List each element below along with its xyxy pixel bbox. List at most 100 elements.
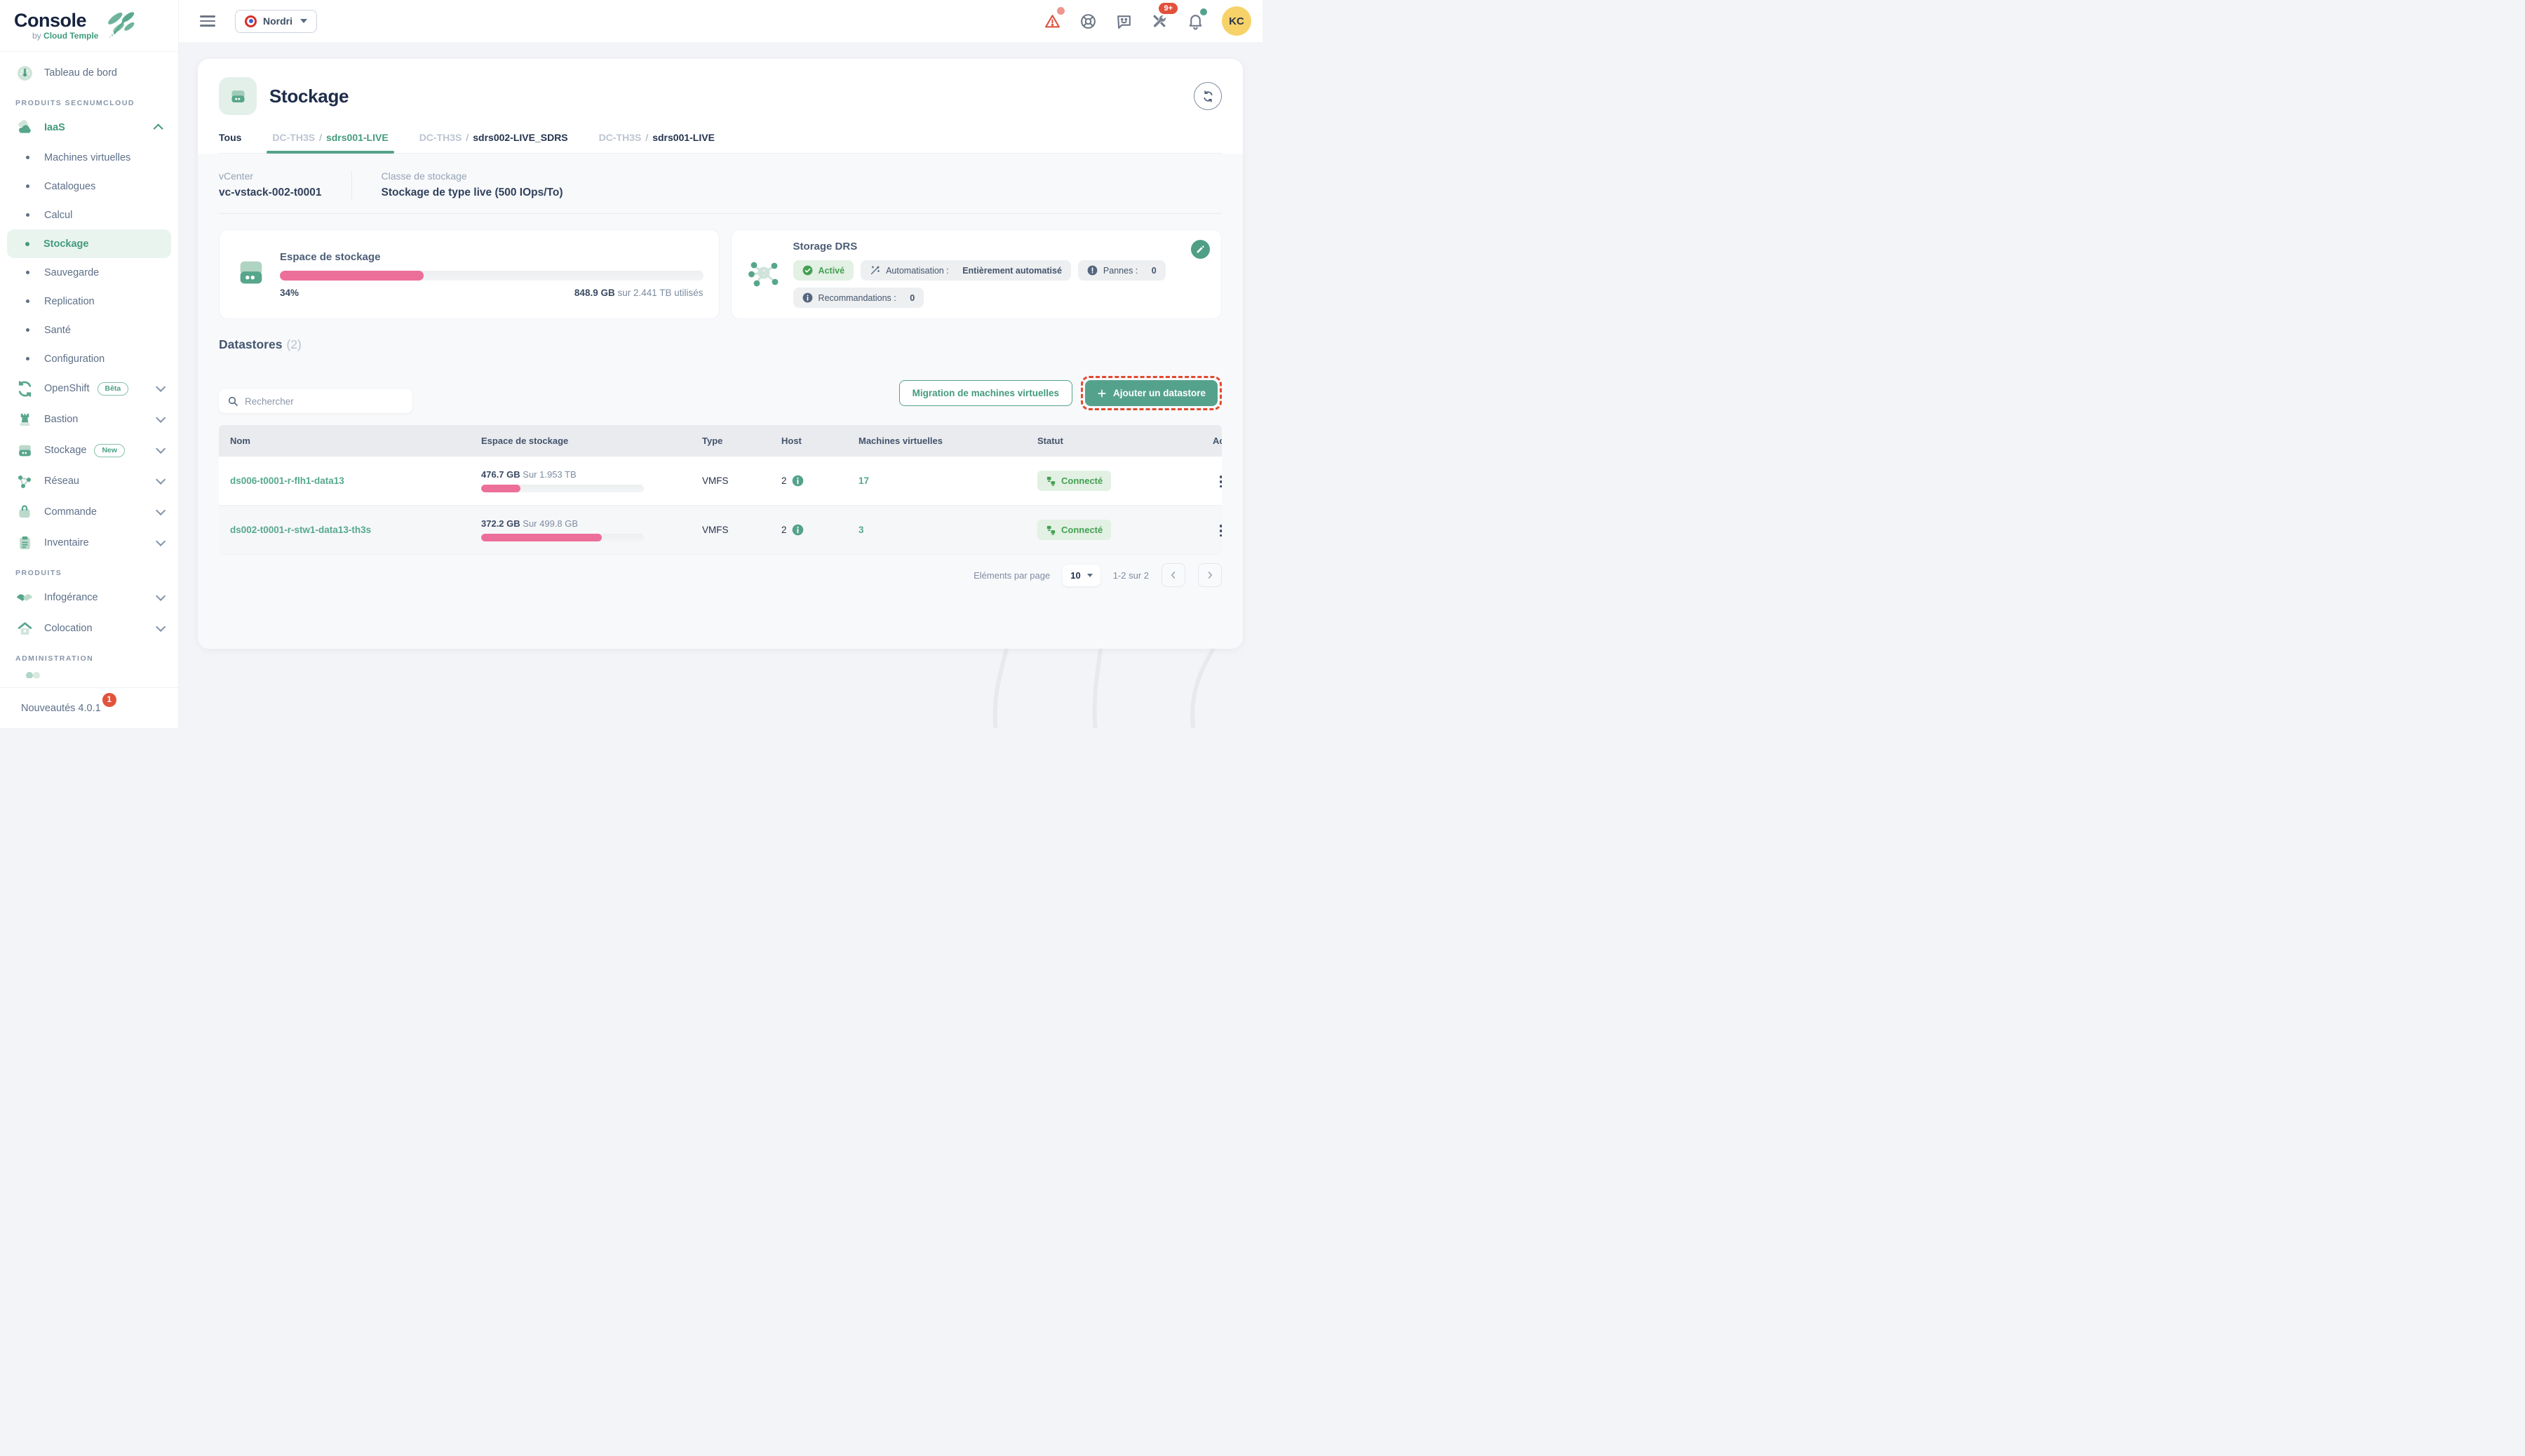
items-per-page-select[interactable]: 10 bbox=[1063, 565, 1100, 586]
tab-tous[interactable]: Tous bbox=[219, 132, 241, 153]
add-datastore-button[interactable]: Ajouter un datastore bbox=[1085, 380, 1218, 406]
sidebar-item-machines-virtuelles[interactable]: Machines virtuelles bbox=[7, 143, 171, 172]
storage-space-progressbar bbox=[280, 271, 703, 281]
sidebar-item-infogerance[interactable]: Infogérance bbox=[7, 582, 171, 613]
row-actions-menu-button[interactable] bbox=[1213, 471, 1222, 492]
exclamation-circle-icon bbox=[1087, 265, 1098, 276]
sidebar-item-bastion[interactable]: Bastion bbox=[7, 404, 171, 435]
new-badge: New bbox=[94, 444, 125, 457]
drs-recommendations-badge: Recommandations : 0 bbox=[793, 288, 924, 308]
datastore-actions-cell bbox=[1201, 519, 1222, 541]
datastore-vms-link[interactable]: 17 bbox=[847, 476, 1026, 486]
sidebar-item-label: Calcul bbox=[44, 210, 72, 221]
disk-icon bbox=[229, 87, 248, 106]
section-produits: PRODUITS bbox=[7, 558, 171, 582]
admin-partial-icon bbox=[24, 669, 171, 678]
next-page-button[interactable] bbox=[1198, 563, 1222, 587]
column-espace: Espace de stockage bbox=[470, 436, 691, 446]
previous-page-button[interactable] bbox=[1162, 563, 1185, 587]
topbar-actions: 9+ KC bbox=[1043, 6, 1251, 36]
tower-icon bbox=[15, 410, 34, 429]
sidebar-item-colocation[interactable]: Colocation bbox=[7, 613, 171, 644]
tab-sdrs001-live[interactable]: DC-TH3S/sdrs001-LIVE bbox=[272, 132, 388, 153]
storage-class-info: Classe de stockage Stockage de type live… bbox=[351, 170, 563, 199]
network-icon bbox=[15, 472, 34, 490]
alerts-button[interactable] bbox=[1043, 12, 1061, 30]
tools-button[interactable]: 9+ bbox=[1150, 12, 1169, 30]
feedback-button[interactable] bbox=[1115, 12, 1133, 30]
status-badge: Connecté bbox=[1037, 471, 1111, 491]
info-circle-icon[interactable] bbox=[792, 524, 804, 536]
sidebar-item-sauvegarde[interactable]: Sauvegarde bbox=[7, 258, 171, 287]
whats-new-wrap: Nouveautés 4.0.1 1 bbox=[21, 703, 101, 714]
edit-drs-button[interactable] bbox=[1191, 240, 1210, 259]
sidebar-item-inventaire[interactable]: Inventaire bbox=[7, 527, 171, 558]
notifications-button[interactable] bbox=[1186, 12, 1204, 30]
caret-down-icon bbox=[1087, 574, 1093, 577]
storage-space-usage: 848.9 GB sur 2.441 TB utilisés bbox=[574, 288, 703, 298]
sidebar-item-replication[interactable]: Replication bbox=[7, 287, 171, 316]
sidebar-nav: Tableau de bord PRODUITS SECNUMCLOUD Iaa… bbox=[0, 52, 178, 687]
pencil-icon bbox=[1196, 245, 1205, 254]
bullet-icon bbox=[26, 357, 29, 360]
avatar[interactable]: KC bbox=[1222, 6, 1251, 36]
datastore-space-cell: 476.7 GB Sur 1.953 TB bbox=[470, 469, 691, 492]
sidebar-item-label: Colocation bbox=[44, 623, 93, 634]
info-circle-icon[interactable] bbox=[792, 475, 804, 487]
storage-drs-title: Storage DRS bbox=[793, 241, 1206, 252]
datastore-name-link[interactable]: ds002-t0001-r-stw1-data13-th3s bbox=[219, 525, 470, 535]
bullet-icon bbox=[26, 156, 29, 159]
tab-sdrs001-live-2[interactable]: DC-TH3S/sdrs001-LIVE bbox=[599, 132, 715, 153]
sidebar-item-calcul[interactable]: Calcul bbox=[7, 201, 171, 229]
topbar: Nordri bbox=[179, 0, 1262, 42]
support-button[interactable] bbox=[1079, 12, 1097, 30]
sidebar-item-label: Catalogues bbox=[44, 181, 95, 192]
datastore-name-link[interactable]: ds006-t0001-r-flh1-data13 bbox=[219, 476, 470, 486]
shopping-bag-icon bbox=[15, 503, 34, 521]
sidebar-item-commande[interactable]: Commande bbox=[7, 497, 171, 527]
sidebar-item-configuration[interactable]: Configuration bbox=[7, 344, 171, 373]
sidebar-item-iaas[interactable]: IaaS bbox=[7, 112, 171, 143]
datastore-space-cell: 372.2 GB Sur 499.8 GB bbox=[470, 518, 691, 541]
cloud-icon bbox=[15, 119, 34, 137]
clipboard-icon bbox=[15, 534, 34, 552]
storage-class-value: Stockage de type live (500 IOps/To) bbox=[382, 187, 563, 199]
bullet-icon bbox=[26, 328, 29, 332]
beta-badge: Bêta bbox=[97, 382, 129, 396]
sidebar-item-stockage-produit[interactable]: Stockage New bbox=[7, 435, 171, 466]
sidebar-item-sante[interactable]: Santé bbox=[7, 316, 171, 344]
column-actions: Actions bbox=[1201, 436, 1222, 446]
refresh-button[interactable] bbox=[1194, 82, 1222, 110]
cocarde-flag-icon bbox=[245, 15, 257, 27]
datastore-vms-link[interactable]: 3 bbox=[847, 525, 1026, 535]
menu-toggle-button[interactable] bbox=[200, 15, 215, 27]
sidebar-item-catalogues[interactable]: Catalogues bbox=[7, 172, 171, 201]
search-input[interactable] bbox=[245, 396, 404, 407]
vcenter-info: vCenter vc-vstack-002-t0001 bbox=[219, 170, 322, 199]
search-icon bbox=[227, 396, 238, 407]
sidebar-item-reseau[interactable]: Réseau bbox=[7, 466, 171, 497]
sidebar-item-dashboard[interactable]: Tableau de bord bbox=[7, 58, 171, 88]
tenant-selector[interactable]: Nordri bbox=[235, 10, 317, 33]
info-circle-icon bbox=[802, 292, 813, 303]
row-actions-menu-button[interactable] bbox=[1213, 520, 1222, 541]
storage-space-card: Espace de stockage 34% 848.9 GB sur 2.44… bbox=[219, 229, 720, 319]
drs-failures-badge: Pannes : 0 bbox=[1078, 260, 1166, 281]
handshake-icon bbox=[15, 588, 34, 607]
chevron-left-icon bbox=[1169, 570, 1178, 580]
migrate-vms-button[interactable]: Migration de machines virtuelles bbox=[899, 380, 1072, 406]
brand-logo[interactable]: Console by Cloud Temple bbox=[0, 0, 178, 52]
datastore-host-cell: 2 bbox=[770, 524, 847, 536]
sidebar-item-stockage[interactable]: Stockage bbox=[7, 229, 171, 258]
table-row: ds002-t0001-r-stw1-data13-th3s 372.2 GB … bbox=[219, 506, 1222, 555]
column-type: Type bbox=[691, 436, 770, 446]
chevron-down-icon bbox=[156, 382, 166, 392]
chevron-down-icon bbox=[156, 413, 166, 423]
sidebar-item-openshift[interactable]: OpenShift Bêta bbox=[7, 373, 171, 404]
whats-new-button[interactable]: Nouveautés 4.0.1 1 bbox=[0, 687, 178, 728]
column-host: Host bbox=[770, 436, 847, 446]
background-curves-decoration bbox=[952, 647, 1254, 728]
tab-sdrs002-live-sdrs[interactable]: DC-TH3S/sdrs002-LIVE_SDRS bbox=[419, 132, 568, 153]
table-header-row: Nom Espace de stockage Type Host Machine… bbox=[219, 425, 1222, 457]
page-title: Stockage bbox=[269, 86, 349, 107]
